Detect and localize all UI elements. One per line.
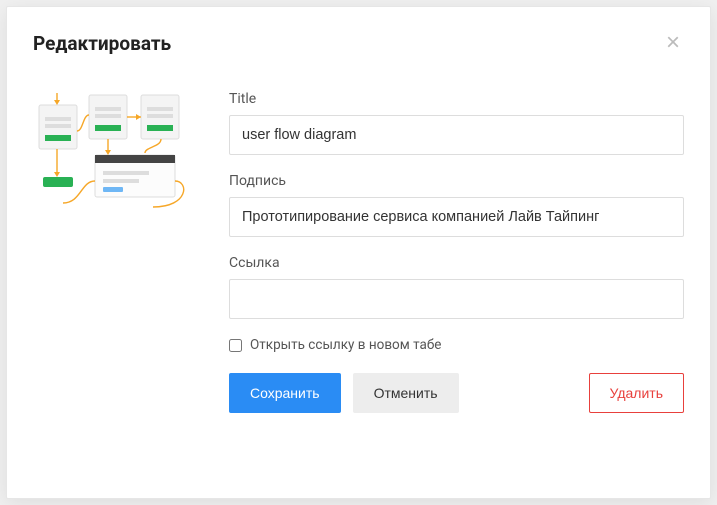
- modal-header: Редактировать ×: [7, 7, 710, 69]
- delete-button[interactable]: Удалить: [589, 373, 684, 413]
- caption-input[interactable]: [229, 197, 684, 237]
- new-tab-checkbox[interactable]: [229, 339, 242, 352]
- flow-diagram-icon: [33, 91, 201, 221]
- save-button[interactable]: Сохранить: [229, 373, 341, 413]
- title-label: Title: [229, 91, 684, 107]
- new-tab-checkbox-row: Открыть ссылку в новом табе: [229, 337, 684, 353]
- close-button[interactable]: ×: [662, 31, 684, 55]
- form-fields: Title Подпись Ссылка Открыть ссылку в но…: [229, 91, 684, 413]
- link-field-group: Ссылка: [229, 255, 684, 319]
- edit-modal: Редактировать ×: [6, 6, 711, 499]
- new-tab-label: Открыть ссылку в новом табе: [250, 337, 441, 353]
- close-icon: ×: [666, 29, 680, 56]
- title-field-group: Title: [229, 91, 684, 155]
- cancel-button[interactable]: Отменить: [353, 373, 459, 413]
- link-input[interactable]: [229, 279, 684, 319]
- image-thumbnail: [33, 91, 201, 413]
- link-label: Ссылка: [229, 255, 684, 271]
- caption-field-group: Подпись: [229, 173, 684, 237]
- modal-body: Title Подпись Ссылка Открыть ссылку в но…: [7, 69, 710, 423]
- modal-title: Редактировать: [33, 32, 171, 55]
- caption-label: Подпись: [229, 173, 684, 189]
- button-row: Сохранить Отменить Удалить: [229, 373, 684, 413]
- title-input[interactable]: [229, 115, 684, 155]
